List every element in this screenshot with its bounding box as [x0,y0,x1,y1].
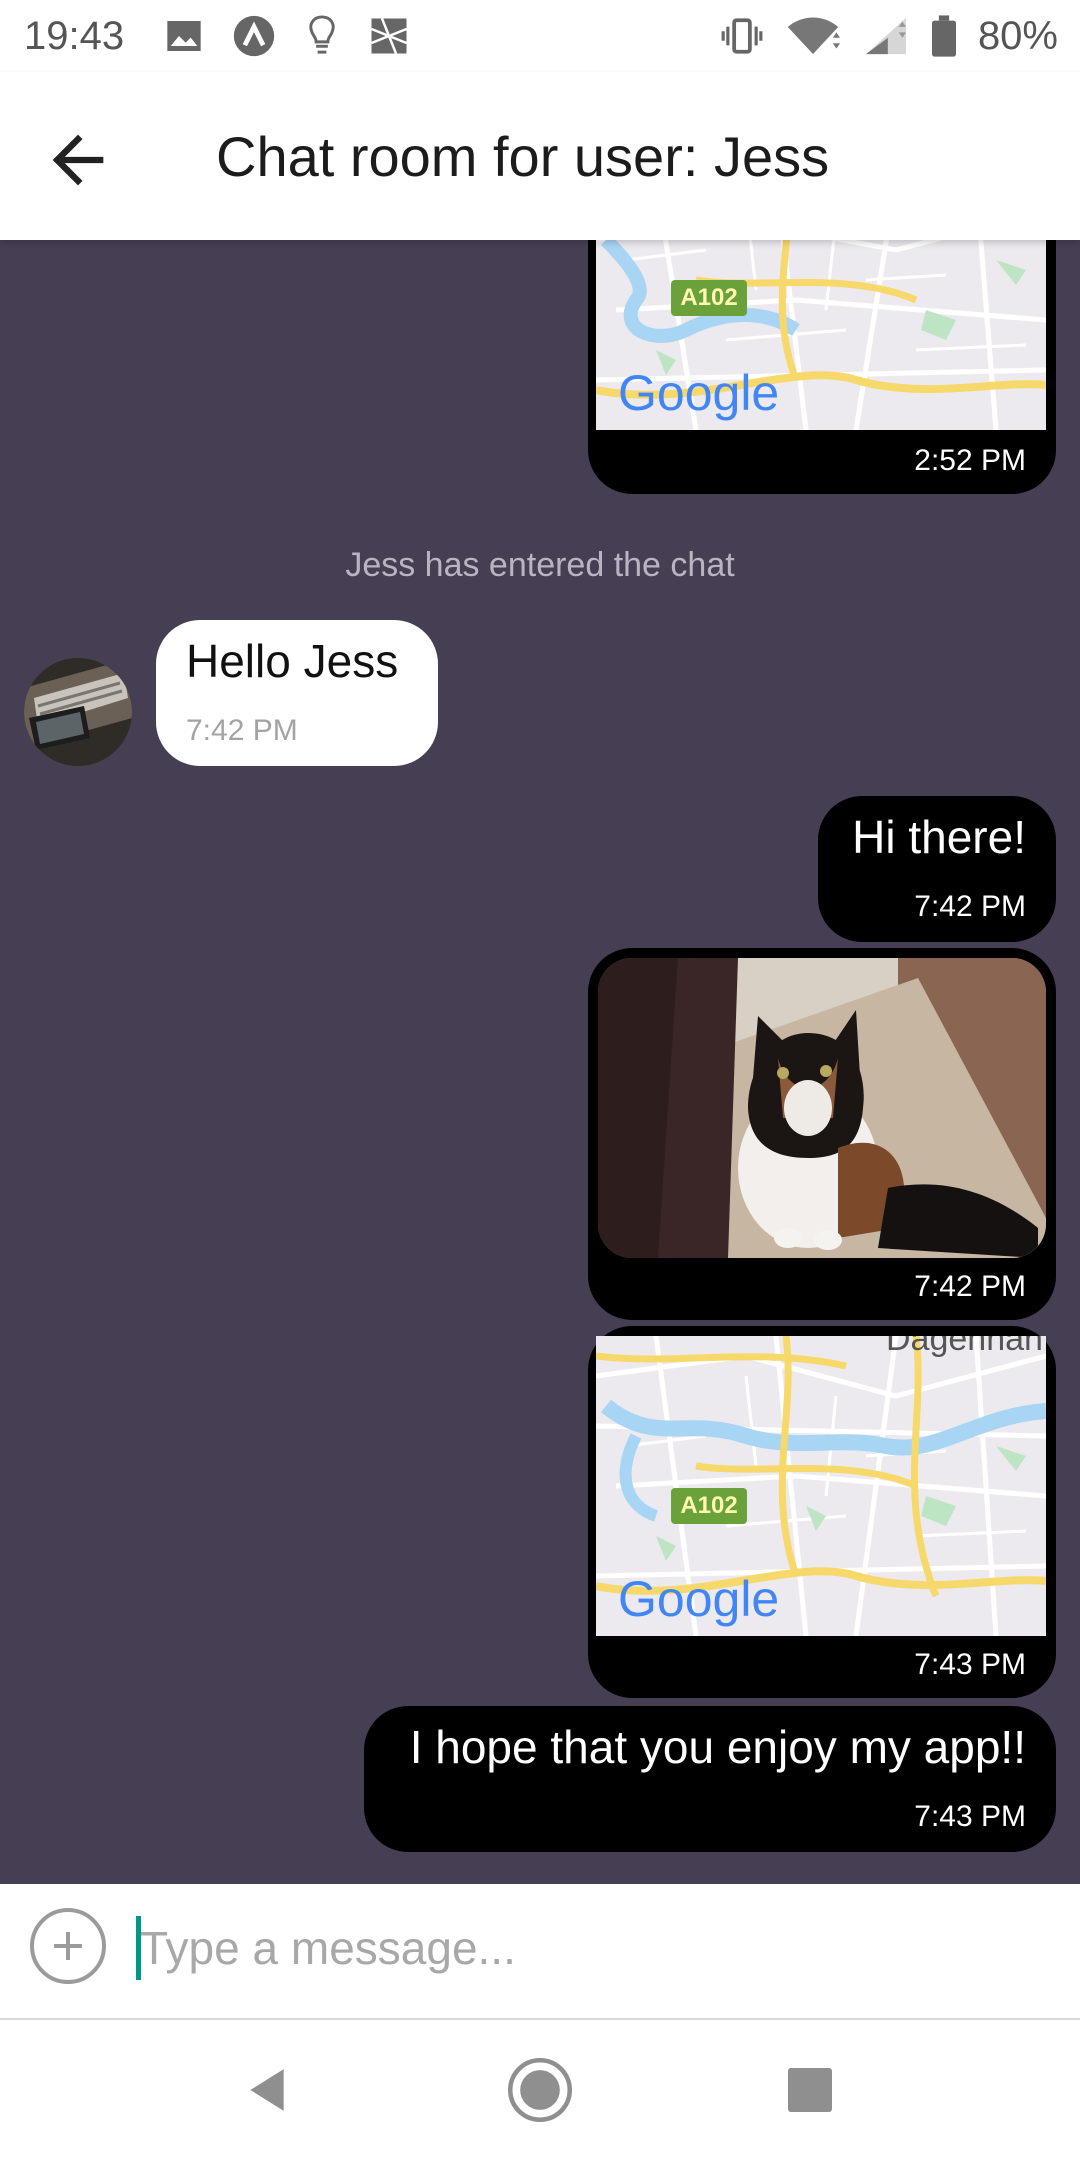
cat-photo[interactable] [598,958,1046,1258]
app-a-icon [233,15,275,57]
location-message[interactable]: A102 Google Dagenhan 7:43 PM [588,1326,1056,1698]
message-time: 7:42 PM [914,1270,1026,1303]
lightbulb-icon [309,15,335,54]
message-time: 7:42 PM [186,714,298,747]
message-text: Hi there! [852,811,1026,863]
google-logo: Google [618,1571,779,1627]
google-logo: Google [618,365,779,421]
arrow-back-icon [52,134,104,186]
message-time: 7:43 PM [914,1648,1026,1681]
location-message[interactable]: A102 Google 2:52 PM [588,240,1056,494]
home-icon[interactable] [506,2056,574,2124]
page-title: Chat room for user: Jess [216,125,830,188]
message-composer [0,1884,1080,2020]
incoming-message[interactable]: Hello Jess 7:42 PM [156,620,438,766]
navigation-bar [0,2020,1080,2160]
chat-messages-list[interactable]: A102 Google 2:52 PM Jess has entered the… [0,240,1080,1884]
recents-icon[interactable] [786,2066,834,2114]
image-message[interactable]: 7:42 PM [588,948,1056,1320]
map-place-label: Dagenhan [886,1336,1043,1358]
message-time: 7:43 PM [914,1800,1026,1833]
image-icon [167,21,201,51]
back-button[interactable] [40,122,116,198]
notification-icons [164,14,410,58]
crossed-box-icon [371,18,407,54]
app-bar: Chat room for user: Jess [0,72,1080,240]
outgoing-message[interactable]: Hi there! 7:42 PM [818,796,1056,942]
message-input[interactable] [140,1908,1040,1988]
avatar[interactable] [24,658,132,766]
status-bar: 19:43 80% [0,0,1080,72]
add-attachment-button[interactable] [30,1908,106,1984]
map-road-label: A102 [680,1492,737,1519]
signal-icon [865,17,906,55]
map-thumbnail[interactable]: A102 Google Dagenhan [596,1336,1046,1636]
message-text: I hope that you enjoy my app!! [409,1721,1026,1773]
message-time: 7:42 PM [914,890,1026,923]
battery-percent: 80% [977,13,1058,58]
wifi-icon [787,17,840,54]
status-time: 19:43 [24,14,125,58]
message-text: Hello Jess [186,635,399,687]
system-notice: Jess has entered the chat [345,546,735,584]
outgoing-message[interactable]: I hope that you enjoy my app!! 7:43 PM [364,1706,1056,1852]
map-road-label: A102 [680,284,737,311]
vibrate-icon [721,18,763,54]
message-time: 2:52 PM [914,444,1026,477]
system-icons: 80% [720,12,1058,60]
battery-icon [931,15,956,57]
map-thumbnail[interactable]: A102 Google [596,240,1046,430]
back-nav-icon[interactable] [242,2064,292,2116]
